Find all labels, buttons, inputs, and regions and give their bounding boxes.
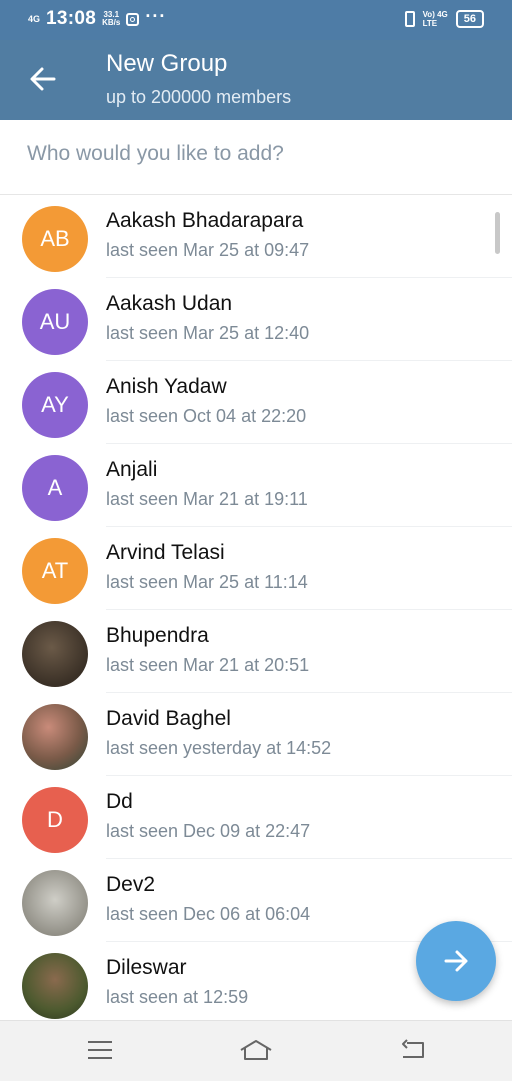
contact-row[interactable]: AT Arvind Telasi last seen Mar 25 at 11:… (0, 527, 512, 610)
network-lte: LTE (422, 19, 438, 28)
contact-name: Aakash Bhadarapara (106, 209, 304, 232)
home-icon (240, 1040, 272, 1060)
avatar: AU (22, 289, 88, 355)
network-speed: 33.1 KB/s (102, 11, 120, 27)
contact-status: last seen Mar 21 at 20:51 (106, 655, 310, 675)
signal-indicator: 4G (28, 13, 41, 24)
contact-row[interactable]: David Baghel last seen yesterday at 14:5… (0, 693, 512, 776)
avatar: D (22, 787, 88, 853)
contact-name: Bhupendra (106, 624, 209, 647)
page-title: New Group (106, 50, 228, 77)
contact-name: Dd (106, 790, 133, 813)
back-button[interactable] (28, 64, 58, 94)
search-bar[interactable]: Who would you like to add? (0, 120, 512, 195)
contact-list[interactable]: AB Aakash Bhadarapara last seen Mar 25 a… (0, 195, 512, 1020)
contact-name: David Baghel (106, 707, 231, 730)
vibrate-icon (404, 11, 415, 27)
page-subtitle: up to 200000 members (106, 87, 292, 107)
contact-name: Aakash Udan (106, 292, 233, 315)
avatar: AB (22, 206, 88, 272)
arrow-left-icon (30, 67, 56, 91)
back-icon (402, 1039, 424, 1058)
avatar-photo (22, 704, 88, 770)
contact-row[interactable]: AY Anish Yadaw last seen Oct 04 at 22:20 (0, 361, 512, 444)
system-nav-bar (0, 1020, 512, 1081)
contact-status: last seen Mar 25 at 11:14 (106, 572, 308, 592)
avatar: AY (22, 372, 88, 438)
avatar-photo (22, 621, 88, 687)
contact-row[interactable]: AU Aakash Udan last seen Mar 25 at 12:40 (0, 278, 512, 361)
contact-name: Anjali (106, 458, 158, 481)
contact-status: last seen at 12:59 (106, 987, 249, 1007)
nav-menu-button[interactable] (80, 1033, 120, 1067)
network-speed-unit: KB/s (102, 18, 121, 27)
avatar: AT (22, 538, 88, 604)
contact-name: Arvind Telasi (106, 541, 225, 564)
more-notifications: ··· (145, 5, 167, 26)
menu-icon (88, 1041, 112, 1059)
search-input[interactable]: Who would you like to add? (27, 142, 284, 166)
scrollbar-thumb[interactable] (495, 212, 500, 254)
network-volte: Vo) 4G (422, 10, 448, 19)
contact-status: last seen Mar 25 at 09:47 (106, 240, 310, 260)
contact-status: last seen Dec 06 at 06:04 (106, 904, 311, 924)
avatar: A (22, 455, 88, 521)
contact-row[interactable]: D Dd last seen Dec 09 at 22:47 (0, 776, 512, 859)
contact-name: Dileswar (106, 956, 187, 979)
status-bar: 4G 13:08 33.1 KB/s ··· Vo) 4G LTE 56 (0, 0, 512, 40)
contact-name: Anish Yadaw (106, 375, 227, 398)
battery-indicator: 56 (455, 10, 484, 28)
avatar-photo (22, 870, 88, 936)
status-time: 13:08 (46, 8, 97, 29)
contact-row[interactable]: Bhupendra last seen Mar 21 at 20:51 (0, 610, 512, 693)
contact-status: last seen Mar 25 at 12:40 (106, 323, 310, 343)
contact-row[interactable]: AB Aakash Bhadarapara last seen Mar 25 a… (0, 195, 512, 278)
arrow-right-icon (444, 950, 468, 972)
instagram-icon (126, 12, 140, 26)
nav-back-button[interactable] (392, 1033, 432, 1067)
network-indicator: Vo) 4G LTE (423, 10, 448, 28)
avatar-photo (22, 953, 88, 1019)
next-button[interactable] (416, 921, 496, 1001)
nav-home-button[interactable] (236, 1033, 276, 1067)
contact-status: last seen yesterday at 14:52 (106, 738, 332, 758)
contact-status: last seen Mar 21 at 19:11 (106, 489, 308, 509)
contact-status: last seen Oct 04 at 22:20 (106, 406, 307, 426)
app-header: New Group up to 200000 members (0, 40, 512, 120)
contact-status: last seen Dec 09 at 22:47 (106, 821, 311, 841)
contact-name: Dev2 (106, 873, 156, 896)
contact-row[interactable]: A Anjali last seen Mar 21 at 19:11 (0, 444, 512, 527)
